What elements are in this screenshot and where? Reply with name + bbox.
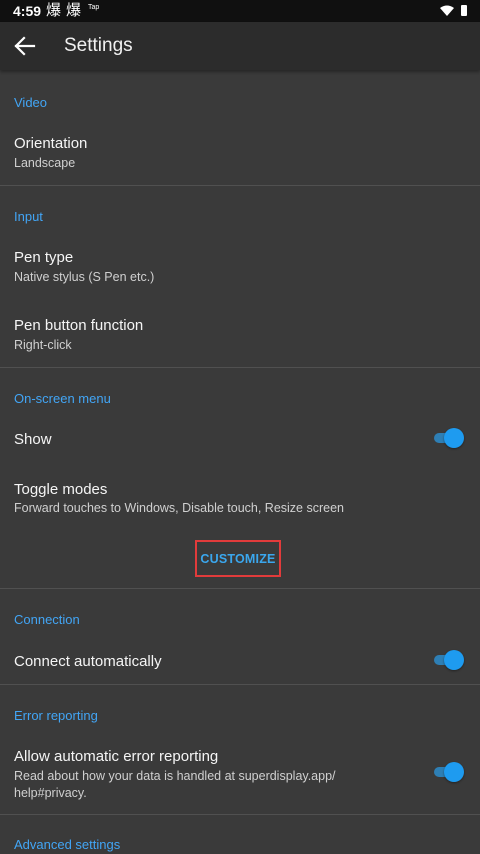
divider (0, 588, 480, 589)
setting-show[interactable]: Show (0, 418, 480, 458)
divider (0, 684, 480, 685)
status-bar: 4:59 爆 爆 Tap (0, 0, 480, 22)
setting-title: Orientation (14, 135, 88, 152)
notification-icon: 爆 (66, 2, 82, 19)
section-header-input: Input (14, 209, 43, 224)
app-bar: Settings (0, 22, 480, 70)
section-header-on-screen-menu: On-screen menu (14, 391, 111, 406)
battery-icon (461, 5, 467, 16)
setting-value: Forward touches to Windows, Disable touc… (14, 501, 345, 515)
arrow-left-icon[interactable] (14, 36, 36, 56)
notification-icon: 爆 (46, 2, 62, 19)
customize-button[interactable]: CUSTOMIZE (195, 540, 281, 577)
section-header-connection: Connection (14, 612, 80, 627)
setting-title: Toggle modes (14, 481, 108, 498)
setting-title: Pen type (14, 249, 74, 266)
section-header-error-reporting: Error reporting (14, 708, 98, 723)
divider (0, 367, 480, 368)
divider (0, 185, 480, 186)
setting-title: Show (14, 431, 52, 448)
setting-allow-error-reporting[interactable]: Allow automatic error reporting Read abo… (0, 734, 480, 814)
setting-title: Connect automatically (14, 653, 162, 670)
setting-description-line: help#privacy. (14, 786, 87, 800)
setting-connect-automatically[interactable]: Connect automatically (0, 638, 480, 682)
setting-value: Native stylus (S Pen etc.) (14, 270, 155, 284)
setting-description-line: Read about how your data is handled at s… (14, 769, 336, 783)
status-time: 4:59 (13, 3, 42, 19)
show-toggle-switch[interactable] (434, 428, 464, 448)
setting-value: Right-click (14, 338, 72, 352)
setting-pen-button-function[interactable]: Pen button function Right-click (0, 302, 480, 367)
setting-title: Allow automatic error reporting (14, 748, 219, 765)
notification-label: Tap (88, 4, 100, 11)
setting-value: Landscape (14, 156, 76, 170)
page-title: Settings (64, 35, 133, 56)
wifi-icon (440, 5, 454, 16)
setting-title: Pen button function (14, 317, 144, 334)
section-header-advanced-settings: Advanced settings (14, 837, 121, 852)
section-header-video: Video (14, 95, 48, 110)
setting-toggle-modes[interactable]: Toggle modes Forward touches to Windows,… (0, 468, 480, 524)
settings-list: Video Orientation Landscape Input Pen ty… (0, 70, 480, 854)
setting-orientation[interactable]: Orientation Landscape (0, 120, 480, 185)
error-reporting-toggle-switch[interactable] (434, 762, 464, 782)
connect-automatically-toggle-switch[interactable] (434, 650, 464, 670)
divider (0, 814, 480, 815)
setting-pen-type[interactable]: Pen type Native stylus (S Pen etc.) (0, 235, 480, 300)
